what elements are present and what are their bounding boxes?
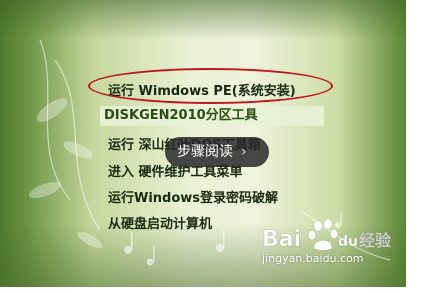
baidu-jingyan-logo: Bai du 经验 bbox=[262, 218, 392, 252]
bottom-border bbox=[0, 287, 422, 293]
menu-item-winpe[interactable]: 运行 Wimdows PE(系统安装) bbox=[108, 80, 296, 99]
step-reading-button[interactable]: 步骤阅读 › bbox=[165, 137, 269, 167]
boot-menu-screen: 运行 Wimdows PE(系统安装) DISKGEN2010分区工具 运行 深… bbox=[0, 0, 422, 293]
menu-item-diskgen[interactable]: DISKGEN2010分区工具 bbox=[100, 106, 324, 126]
step-reading-label: 步骤阅读 bbox=[177, 144, 233, 160]
watermark-url: jingyan.baidu.com bbox=[262, 252, 364, 265]
menu-item-boot-harddisk[interactable]: 从硬盘启动计算机 bbox=[108, 213, 212, 232]
svg-text:经验: 经验 bbox=[359, 231, 392, 250]
menu-item-password-crack[interactable]: 运行Windows登录密码破解 bbox=[108, 187, 278, 206]
chevron-right-icon: › bbox=[241, 144, 247, 160]
right-border bbox=[406, 0, 422, 293]
svg-text:du: du bbox=[338, 234, 358, 250]
svg-text:Bai: Bai bbox=[262, 227, 301, 252]
